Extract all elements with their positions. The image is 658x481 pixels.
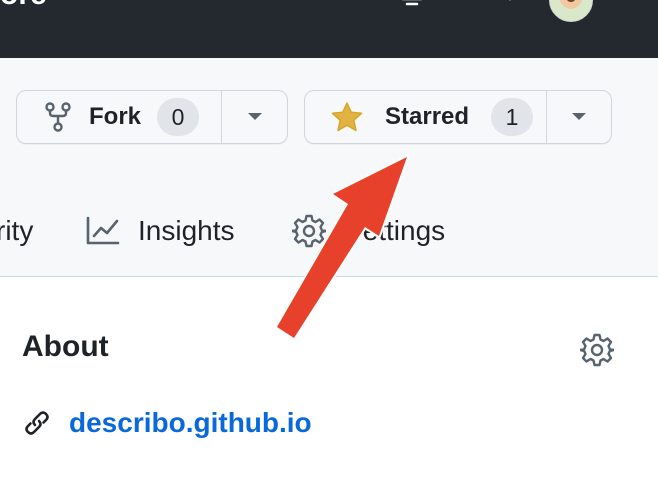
tab-insights[interactable]: Insights	[86, 208, 235, 254]
star-lists-dropdown-button[interactable]	[547, 91, 611, 143]
tab-insights-label: Insights	[138, 215, 235, 246]
link-icon	[25, 411, 49, 435]
header-title-fragment: ore	[0, 0, 47, 12]
fork-button-group: Fork 0	[16, 90, 288, 144]
website-link[interactable]: describo.github.io	[69, 407, 312, 439]
tab-settings[interactable]: Settings	[292, 208, 445, 254]
star-button-group: Starred 1	[304, 90, 612, 144]
bell-icon[interactable]	[397, 0, 427, 8]
fork-count: 0	[157, 98, 200, 136]
tab-settings-label: Settings	[344, 215, 446, 246]
repo-nav-tabs: rity Insights Settings	[0, 208, 658, 254]
tab-security-label: rity	[0, 215, 34, 246]
fork-dropdown-button[interactable]	[222, 91, 287, 143]
plus-icon[interactable]	[470, 0, 488, 6]
graph-icon	[86, 216, 120, 245]
user-avatar[interactable]	[549, 0, 593, 22]
repo-forked-icon	[45, 102, 71, 132]
website-link-row: describo.github.io	[22, 407, 312, 439]
gear-icon[interactable]	[580, 333, 614, 367]
triangle-down-icon	[572, 113, 586, 120]
global-header: ore	[0, 0, 658, 58]
triangle-down-icon	[247, 113, 262, 120]
star-count: 1	[491, 98, 534, 136]
tab-security[interactable]: rity	[0, 208, 33, 254]
starred-button[interactable]: Starred 1	[305, 91, 547, 143]
fork-button[interactable]: Fork 0	[17, 91, 222, 143]
repo-header: Fork 0 Starred 1 rity Insights Settings	[0, 58, 658, 277]
fork-button-label: Fork	[89, 103, 142, 130]
caret-down-icon[interactable]	[500, 0, 520, 4]
about-heading: About	[22, 330, 109, 363]
gear-icon	[292, 214, 326, 248]
star-fill-icon	[331, 102, 363, 132]
starred-button-label: Starred	[385, 103, 470, 130]
